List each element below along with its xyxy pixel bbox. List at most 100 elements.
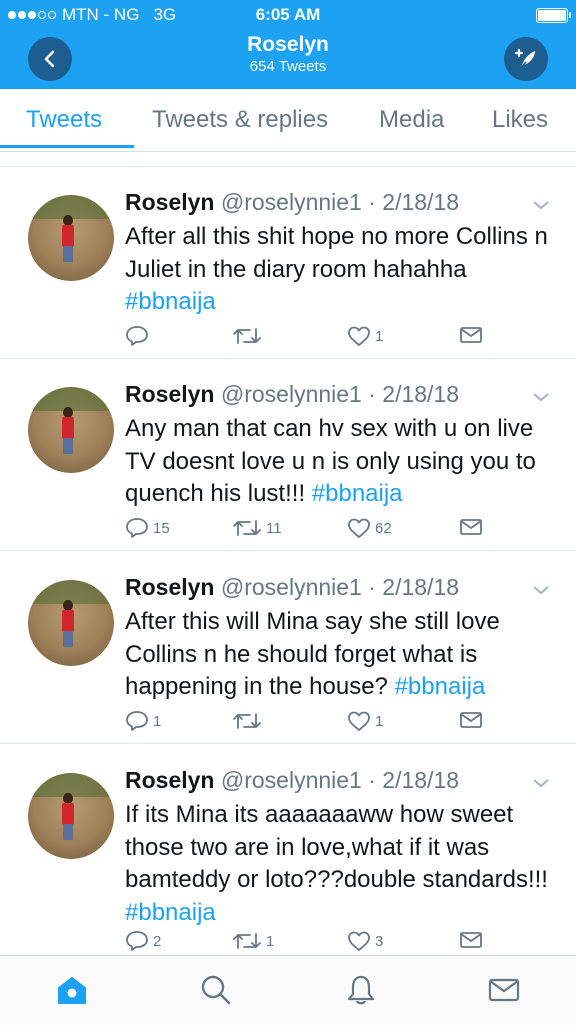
reply-count: 15 — [153, 519, 170, 537]
direct-message-button[interactable] — [459, 710, 483, 730]
tweet-handle-date: @roselynnie1 · 2/18/18 — [220, 574, 460, 600]
tweet-body-text: If its Mina its aaaaaaaww how sweet thos… — [125, 801, 548, 893]
tweet-item[interactable]: Roselyn @roselynnie1 · 2/18/18 If its Mi… — [0, 745, 576, 955]
compose-feather-icon — [514, 48, 535, 69]
tab-tweets-and-replies[interactable]: Tweets & replies — [152, 106, 328, 134]
hashtag-link[interactable]: #bbnaija — [125, 899, 216, 926]
tweet-actions: 1 — [125, 325, 545, 353]
reply-button[interactable]: 15 — [125, 517, 170, 539]
hashtag-link[interactable]: #bbnaija — [125, 288, 216, 315]
messages-tab[interactable] — [487, 973, 521, 1007]
profile-nav-bar: Roselyn 654 Tweets — [0, 30, 576, 89]
envelope-icon — [460, 519, 482, 535]
direct-message-button[interactable] — [459, 325, 483, 345]
like-count: 3 — [375, 932, 384, 950]
like-button[interactable]: 1 — [347, 710, 383, 732]
reply-icon — [126, 711, 148, 731]
reply-icon — [126, 326, 148, 346]
tweet-item[interactable]: Roselyn @roselynnie1 · 2/18/18 After thi… — [0, 552, 576, 744]
clock: 6:05 AM — [255, 5, 321, 24]
home-tab[interactable] — [55, 973, 89, 1007]
retweet-count: 1 — [266, 932, 275, 950]
tweet-handle-date: @roselynnie1 · 2/18/18 — [220, 189, 460, 215]
avatar[interactable] — [28, 580, 114, 666]
reply-count: 1 — [153, 712, 162, 730]
avatar[interactable] — [28, 387, 114, 473]
heart-icon — [348, 326, 370, 346]
tweet-handle-date: @roselynnie1 · 2/18/18 — [220, 767, 460, 793]
heart-icon — [348, 518, 370, 538]
hashtag-link[interactable]: #bbnaija — [312, 480, 403, 507]
like-count: 1 — [375, 712, 384, 730]
tab-tweets[interactable]: Tweets — [26, 106, 102, 134]
heart-icon — [348, 931, 370, 951]
retweet-icon — [233, 933, 261, 949]
notifications-tab[interactable] — [344, 973, 378, 1007]
tweet-header: Roselyn @roselynnie1 · 2/18/18 — [125, 574, 459, 601]
avatar[interactable] — [28, 195, 114, 281]
tweet-author-name[interactable]: Roselyn — [125, 574, 214, 600]
envelope-icon — [460, 712, 482, 728]
tweet-actions: 15 11 62 — [125, 517, 545, 545]
reply-button[interactable]: 1 — [125, 710, 161, 732]
compose-tweet-button[interactable] — [504, 37, 548, 81]
retweet-button[interactable] — [232, 325, 266, 347]
search-icon — [201, 975, 231, 1005]
reply-button[interactable] — [125, 325, 153, 347]
chevron-down-icon[interactable] — [532, 777, 550, 789]
reply-icon — [126, 518, 148, 538]
nav-title-block: Roselyn 654 Tweets — [0, 33, 576, 77]
tweet-header: Roselyn @roselynnie1 · 2/18/18 — [125, 767, 459, 794]
avatar[interactable] — [28, 773, 114, 859]
chevron-down-icon[interactable] — [532, 199, 550, 211]
tweet-handle-date: @roselynnie1 · 2/18/18 — [220, 381, 460, 407]
direct-message-button[interactable] — [459, 930, 483, 950]
hashtag-link[interactable]: #bbnaija — [395, 673, 486, 700]
active-tab-indicator — [0, 145, 134, 148]
notifications-bell-icon — [347, 975, 375, 1005]
home-icon — [58, 977, 86, 1004]
tweet-text: If its Mina its aaaaaaaww how sweet thos… — [125, 799, 555, 929]
retweet-button[interactable]: 1 — [232, 930, 274, 952]
tweet-author-name[interactable]: Roselyn — [125, 767, 214, 793]
tweet-body-text: After all this shit hope no more Collins… — [125, 223, 548, 283]
tab-likes[interactable]: Likes — [492, 106, 548, 134]
like-button[interactable]: 3 — [347, 930, 383, 952]
envelope-icon — [460, 932, 482, 948]
retweet-button[interactable]: 11 — [232, 517, 282, 539]
reply-button[interactable]: 2 — [125, 930, 161, 952]
tweet-header: Roselyn @roselynnie1 · 2/18/18 — [125, 381, 459, 408]
messages-envelope-icon — [488, 978, 520, 1002]
like-button[interactable]: 62 — [347, 517, 392, 539]
profile-name: Roselyn — [247, 33, 329, 56]
tweet-item[interactable]: Roselyn @roselynnie1 · 2/18/18 After all… — [0, 167, 576, 359]
tweet-author-name[interactable]: Roselyn — [125, 189, 214, 215]
envelope-icon — [460, 327, 482, 343]
search-tab[interactable] — [199, 973, 233, 1007]
tweet-text: Any man that can hv sex with u on live T… — [125, 413, 555, 511]
tweet-header: Roselyn @roselynnie1 · 2/18/18 — [125, 189, 459, 216]
tab-media[interactable]: Media — [379, 106, 444, 134]
tweet-text: After all this shit hope no more Collins… — [125, 221, 555, 319]
reply-icon — [126, 931, 148, 951]
bottom-tab-bar — [0, 955, 576, 1025]
chevron-down-icon[interactable] — [532, 584, 550, 596]
chevron-down-icon[interactable] — [532, 391, 550, 403]
battery-icon — [536, 8, 571, 23]
like-button[interactable]: 1 — [347, 325, 383, 347]
heart-icon — [348, 711, 370, 731]
retweet-icon — [233, 520, 261, 536]
retweet-button[interactable] — [232, 710, 266, 732]
tweet-count: 654 Tweets — [249, 58, 327, 75]
reply-count: 2 — [153, 932, 162, 950]
tweet-author-name[interactable]: Roselyn — [125, 381, 214, 407]
tweet-actions: 2 1 3 — [125, 930, 545, 955]
tweet-item[interactable]: Roselyn @roselynnie1 · 2/18/18 Any man t… — [0, 359, 576, 551]
tweet-timeline[interactable]: Roselyn @roselynnie1 · 2/18/18 After all… — [0, 152, 576, 955]
profile-tabs: Tweets Tweets & replies Media Likes — [0, 89, 576, 152]
direct-message-button[interactable] — [459, 517, 483, 537]
retweet-count: 11 — [266, 519, 282, 537]
tweet-text: After this will Mina say she still love … — [125, 606, 555, 704]
tweet-actions: 1 1 — [125, 710, 545, 738]
like-count: 1 — [375, 327, 384, 345]
